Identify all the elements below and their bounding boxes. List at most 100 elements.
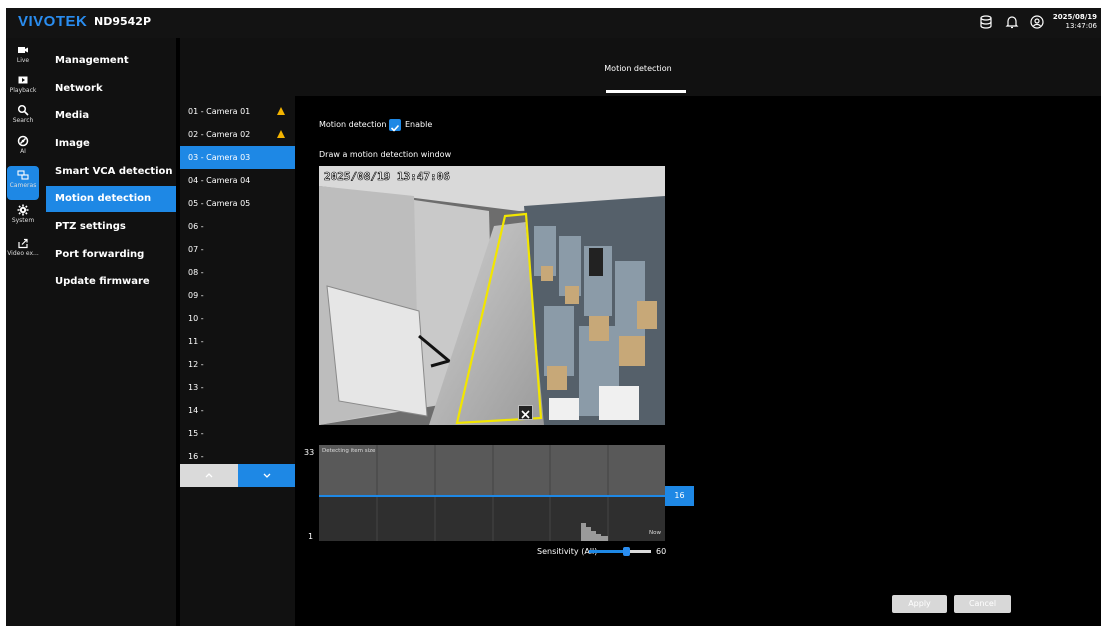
user-icon[interactable] (1029, 14, 1045, 30)
rail-label-playback: Playback (9, 87, 37, 94)
camera-label: 09 - (188, 291, 204, 300)
detect-y-max: 33 (304, 448, 315, 457)
menu-item-image[interactable]: Image (46, 131, 176, 157)
rail-item-live[interactable]: Live (7, 41, 39, 75)
app-frame: VIVOTEK ND9542P 2025/08/19 13:47:06 Live… (6, 8, 1101, 626)
menu-item-update-firmware[interactable]: Update firmware (46, 269, 176, 295)
chevron-up-icon (205, 473, 213, 478)
camera-item-05[interactable]: 05 - Camera 05 (180, 192, 295, 215)
sensitivity-slider-handle[interactable] (623, 547, 631, 556)
menu-item-smart-vca[interactable]: Smart VCA detection (46, 159, 176, 185)
camera-item-08[interactable]: 08 - (180, 261, 295, 284)
threshold-value[interactable]: 16 (665, 486, 694, 506)
database-icon[interactable] (978, 14, 994, 30)
rail-item-playback[interactable]: Playback (7, 71, 39, 105)
rail-item-system[interactable]: System (7, 201, 39, 235)
current-time: 13:47:06 (1065, 22, 1097, 30)
detect-y-min: 1 (308, 532, 314, 541)
camera-label: 05 - Camera 05 (188, 199, 251, 208)
camera-label: 06 - (188, 222, 204, 231)
menu-item-ptz-settings[interactable]: PTZ settings (46, 214, 176, 240)
detection-chart-graphic (319, 445, 665, 541)
video-timestamp: 2025/08/19 13:47:06 (324, 170, 450, 183)
camera-item-07[interactable]: 07 - (180, 238, 295, 261)
rail-item-video-export[interactable]: Video ex... (7, 234, 39, 268)
camera-label: 16 - (188, 452, 204, 461)
rail-item-search[interactable]: Search (7, 101, 39, 135)
camera-label: 02 - Camera 02 (188, 130, 251, 139)
rail-label-cameras: Cameras (9, 182, 37, 189)
camera-item-06[interactable]: 06 - (180, 215, 295, 238)
camera-image: 2025/08/19 13:47:06 (319, 166, 665, 425)
camera-label: 08 - (188, 268, 204, 277)
rail-label-live: Live (16, 57, 30, 64)
chevron-down-icon (263, 473, 271, 478)
current-date: 2025/08/19 (1052, 13, 1097, 21)
camera-preview[interactable]: 2025/08/19 13:47:06 (319, 166, 665, 425)
camera-item-14[interactable]: 14 - (180, 399, 295, 422)
top-bar: VIVOTEK ND9542P 2025/08/19 13:47:06 (6, 8, 1101, 38)
warning-icon (277, 130, 285, 138)
detection-chart[interactable]: Detecting item size Now (319, 445, 665, 541)
camera-item-10[interactable]: 10 - (180, 307, 295, 330)
camera-item-03[interactable]: 03 - Camera 03 (180, 146, 295, 169)
menu-item-network[interactable]: Network (46, 76, 176, 102)
apply-button[interactable]: Apply (892, 595, 947, 613)
warning-icon (277, 107, 285, 115)
motion-detection-label: Motion detection (319, 120, 387, 129)
delete-window-button[interactable] (518, 405, 533, 420)
camera-label: 11 - (188, 337, 204, 346)
tab-bar: Motion detection (295, 38, 1101, 96)
date-time: 2025/08/19 13:47:06 (1053, 13, 1097, 31)
camera-item-15[interactable]: 15 - (180, 422, 295, 445)
cancel-button[interactable]: Cancel (954, 595, 1011, 613)
camera-label: 10 - (188, 314, 204, 323)
enable-checkbox[interactable] (389, 119, 401, 132)
menu-item-media[interactable]: Media (46, 103, 176, 129)
enable-label: Enable (405, 120, 433, 129)
camera-label: 12 - (188, 360, 204, 369)
camera-item-04[interactable]: 04 - Camera 04 (180, 169, 295, 192)
menu-item-motion-detection[interactable]: Motion detection (46, 186, 176, 212)
sensitivity-slider[interactable] (589, 547, 651, 556)
tab-motion-detection[interactable]: Motion detection (598, 38, 678, 96)
rail-label-ai: AI (20, 148, 26, 155)
page-down-button[interactable] (238, 464, 295, 487)
camera-label: 04 - Camera 04 (188, 176, 251, 185)
checkmark-icon (390, 124, 400, 132)
camera-item-13[interactable]: 13 - (180, 376, 295, 399)
camera-label: 07 - (188, 245, 204, 254)
sensitivity-value: 60 (656, 547, 667, 556)
camera-list: 01 - Camera 01 02 - Camera 02 03 - Camer… (180, 38, 295, 626)
rail-label-search: Search (12, 117, 34, 124)
active-tab-indicator (606, 90, 686, 93)
rail-item-cameras[interactable]: Cameras (7, 166, 39, 200)
camera-label: 03 - Camera 03 (188, 153, 251, 162)
camera-icon (18, 47, 28, 53)
gear-icon (17, 204, 29, 216)
camera-item-02[interactable]: 02 - Camera 02 (180, 123, 295, 146)
rail-item-ai[interactable]: AI (7, 132, 39, 166)
camera-item-09[interactable]: 09 - (180, 284, 295, 307)
rail-label-system: System (11, 217, 35, 224)
page-up-button[interactable] (180, 464, 238, 487)
now-label: Now (649, 530, 661, 536)
camera-item-01[interactable]: 01 - Camera 01 (180, 100, 295, 123)
detect-chart-title: Detecting item size (322, 448, 376, 454)
cameras-icon (17, 170, 29, 180)
camera-item-12[interactable]: 12 - (180, 353, 295, 376)
rail-label-video-export: Video ex... (7, 250, 39, 257)
play-icon (18, 76, 28, 84)
camera-label: 14 - (188, 406, 204, 415)
device-model: ND9542P (94, 15, 152, 28)
camera-label: 15 - (188, 429, 204, 438)
ai-icon (17, 135, 29, 147)
brand-logo[interactable]: VIVOTEK (18, 13, 87, 30)
camera-item-11[interactable]: 11 - (180, 330, 295, 353)
settings-menu: Management Network Media Image Smart VCA… (40, 38, 176, 626)
draw-window-label: Draw a motion detection window (319, 150, 452, 159)
menu-item-management[interactable]: Management (46, 48, 176, 74)
sensitivity-slider-fill (589, 550, 627, 553)
menu-item-port-forwarding[interactable]: Port forwarding (46, 242, 176, 268)
bell-icon[interactable] (1004, 14, 1020, 30)
